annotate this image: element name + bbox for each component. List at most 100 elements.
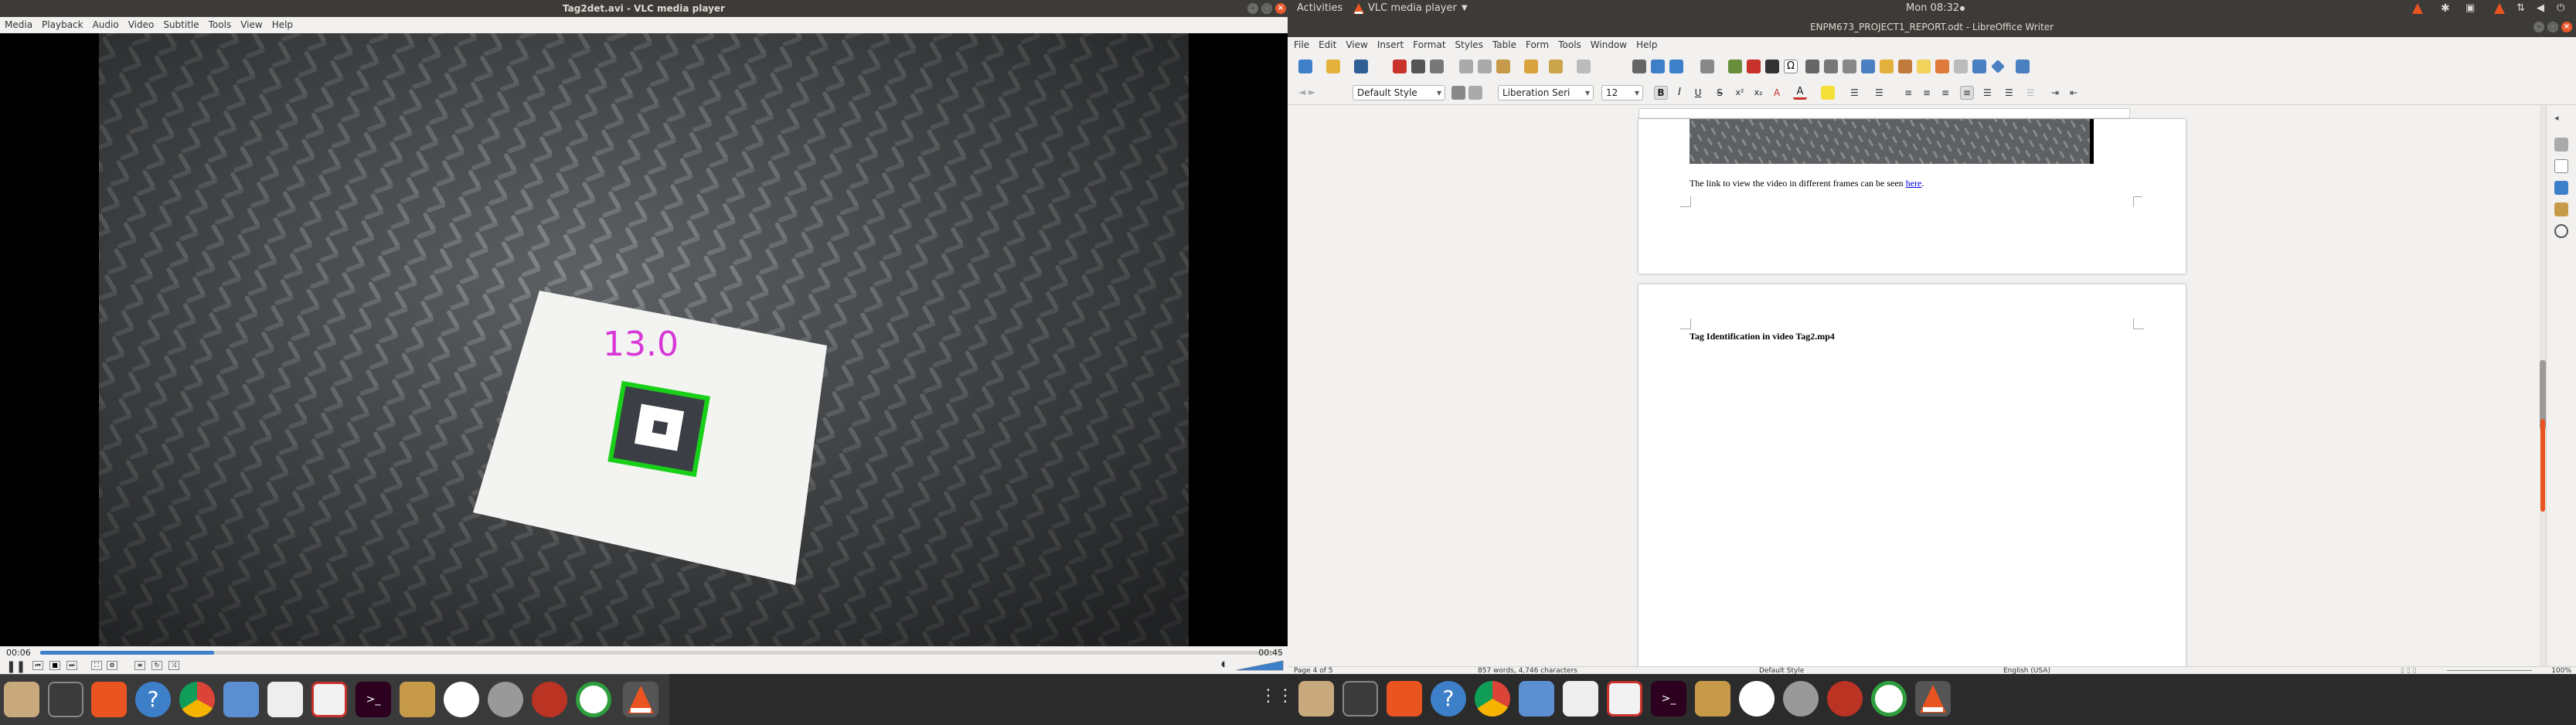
menu-format[interactable]: Format [1408, 37, 1450, 53]
justify-icon[interactable]: ≡ [1960, 86, 1974, 100]
update-style-icon[interactable] [1451, 86, 1465, 100]
settings-icon[interactable] [488, 682, 523, 717]
fullscreen-button[interactable]: ⛶ [91, 661, 102, 670]
volume-slider[interactable] [1235, 659, 1285, 672]
align-left-icon[interactable]: ≡ [1904, 86, 1918, 100]
menu-media[interactable]: Media [0, 17, 37, 33]
menu-help[interactable]: Help [1632, 37, 1662, 53]
menu-styles[interactable]: Styles [1451, 37, 1488, 53]
help-icon[interactable]: ? [135, 682, 171, 717]
help-icon[interactable]: ? [1431, 681, 1466, 716]
clock[interactable]: Mon 08:32 [1906, 0, 1959, 17]
menu-help[interactable]: Help [267, 17, 298, 33]
new-document-icon[interactable] [1298, 60, 1312, 73]
paragraph-spacing-icon[interactable]: ☰ [2005, 86, 2019, 100]
paragraph-style-combo[interactable]: Default Style [1353, 85, 1445, 100]
footnote-icon[interactable] [1824, 60, 1838, 73]
settings-icon[interactable] [1783, 681, 1819, 716]
menu-playback[interactable]: Playback [37, 17, 88, 33]
menu-subtitle[interactable]: Subtitle [158, 17, 203, 33]
body-paragraph[interactable]: The link to view the video in different … [1690, 178, 1924, 189]
document-viewer-icon[interactable] [1519, 681, 1554, 716]
vlc-titlebar[interactable]: Tag2det.avi - VLC media player – □ × [0, 0, 1288, 17]
spelling-icon[interactable] [1651, 60, 1665, 73]
menu-form[interactable]: Form [1521, 37, 1553, 53]
open-folder-icon[interactable] [1326, 60, 1340, 73]
find-replace-icon[interactable] [1632, 60, 1646, 73]
ubuntu-software-tray-icon[interactable]: ▣ [2465, 0, 2475, 17]
close-button[interactable]: × [1275, 3, 1286, 14]
vlc-icon[interactable] [623, 682, 658, 717]
align-center-icon[interactable]: ≡ [1923, 86, 1937, 100]
camera-icon[interactable] [48, 682, 83, 717]
page-5[interactable]: Tag Identification in video Tag2.mp4 [1638, 284, 2186, 666]
highlighting-icon[interactable] [1821, 86, 1835, 100]
zoom-slider[interactable] [2447, 670, 2532, 671]
foxit-icon[interactable] [311, 682, 347, 717]
undo-icon[interactable] [1549, 60, 1563, 73]
show-applications-icon[interactable]: ⋮⋮ [1260, 686, 1294, 706]
terminal-icon[interactable]: >_ [356, 682, 391, 717]
vlc-tray-icon[interactable] [2411, 2, 2424, 15]
navigator-icon[interactable] [2554, 224, 2568, 238]
menu-video[interactable]: Video [124, 17, 159, 33]
formatting-marks-icon[interactable] [1669, 60, 1683, 73]
menu-audio[interactable]: Audio [88, 17, 124, 33]
files-icon[interactable] [1298, 681, 1334, 716]
page-break-icon[interactable] [1843, 60, 1856, 73]
clone-formatting-icon[interactable] [1524, 60, 1538, 73]
vlc-tray-icon-2[interactable] [2493, 2, 2506, 15]
archive-icon[interactable] [400, 682, 435, 717]
archive-icon[interactable] [1695, 681, 1730, 716]
seek-bar[interactable] [40, 651, 1281, 655]
insert-line-icon[interactable] [1972, 60, 1986, 73]
strikethrough-icon[interactable]: S [1713, 86, 1727, 100]
paste-icon[interactable] [1496, 60, 1510, 73]
bold-icon[interactable]: B [1654, 86, 1668, 100]
slack-icon[interactable] [444, 682, 479, 717]
font-name-combo[interactable]: Liberation Seri [1498, 85, 1594, 100]
sync-icon[interactable] [576, 682, 611, 717]
cut-icon[interactable] [1459, 60, 1473, 73]
page-4[interactable]: The link to view the video in different … [1638, 119, 2186, 274]
stop-button[interactable]: ■ [49, 661, 60, 670]
paragraph-spacing-2-icon[interactable]: ☰ [2026, 86, 2040, 100]
slack-icon[interactable] [1739, 681, 1775, 716]
new-style-icon[interactable] [1468, 86, 1482, 100]
spider-icon[interactable] [1827, 681, 1863, 716]
bookmark-icon[interactable] [1880, 60, 1894, 73]
horizontal-ruler[interactable] [1638, 108, 2130, 119]
menu-file[interactable]: File [1288, 37, 1314, 53]
insert-chart-icon[interactable] [1747, 60, 1761, 73]
playlist-button[interactable]: ≡ [134, 661, 145, 670]
network-icon[interactable]: ⇅ [2516, 0, 2525, 17]
gear-icon[interactable]: ✱ [2441, 0, 2450, 17]
page-icon[interactable] [2554, 159, 2568, 173]
comment-icon[interactable] [1917, 60, 1931, 73]
copy-icon[interactable] [1478, 60, 1492, 73]
gallery-icon[interactable] [2554, 203, 2568, 216]
software-icon[interactable] [91, 682, 127, 717]
save-icon[interactable] [1354, 60, 1368, 73]
menu-table[interactable]: Table [1488, 37, 1521, 53]
camera-icon[interactable] [1342, 681, 1378, 716]
activities-button[interactable]: Activities [1297, 0, 1342, 17]
decrease-indent-icon[interactable]: ⇤ [2070, 86, 2084, 100]
menu-tools[interactable]: Tools [204, 17, 237, 33]
clear-formatting-icon[interactable]: A [1770, 86, 1784, 100]
export-pdf-icon[interactable] [1393, 60, 1407, 73]
styles-icon[interactable] [2554, 181, 2568, 195]
writer-close-button[interactable]: × [2561, 22, 2572, 32]
document-canvas[interactable]: The link to view the video in different … [1288, 105, 2540, 666]
menu-view[interactable]: View [236, 17, 267, 33]
properties-icon[interactable] [2554, 138, 2568, 151]
italic-icon[interactable]: I [1673, 86, 1686, 100]
pause-button[interactable]: ❚❚ [6, 659, 26, 673]
special-character-icon[interactable]: Ω [1784, 60, 1798, 73]
font-color-icon[interactable]: A [1793, 86, 1807, 100]
video-hyperlink[interactable]: here [1906, 178, 1922, 189]
insert-image-icon[interactable] [1728, 60, 1742, 73]
power-icon[interactable]: ⏻ [2557, 0, 2564, 17]
superscript-icon[interactable]: x² [1733, 86, 1747, 100]
menu-view[interactable]: View [1341, 37, 1372, 53]
